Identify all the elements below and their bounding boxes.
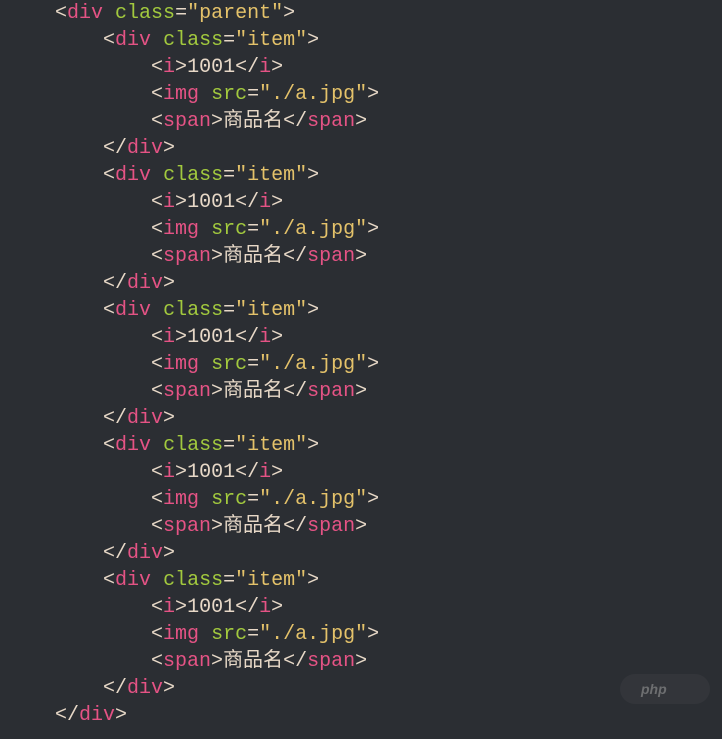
code-line: <div class="item">	[55, 432, 722, 459]
code-line: <div class="item">	[55, 567, 722, 594]
code-line: </div>	[55, 540, 722, 567]
code-line: <div class="parent">	[55, 0, 722, 27]
code-line: <img src="./a.jpg">	[55, 81, 722, 108]
code-line: <span>商品名</span>	[55, 648, 722, 675]
code-line: </div>	[55, 405, 722, 432]
code-line: </div>	[55, 135, 722, 162]
code-line: <i>1001</i>	[55, 324, 722, 351]
code-line: <div class="item">	[55, 27, 722, 54]
php-logo-icon: php	[620, 674, 710, 704]
code-line: <img src="./a.jpg">	[55, 351, 722, 378]
svg-text:php: php	[640, 681, 667, 697]
code-line: <i>1001</i>	[55, 189, 722, 216]
code-line: <span>商品名</span>	[55, 513, 722, 540]
code-line: <img src="./a.jpg">	[55, 216, 722, 243]
code-line: <div class="item">	[55, 162, 722, 189]
code-line: <img src="./a.jpg">	[55, 486, 722, 513]
code-editor[interactable]: <div class="parent"> <div class="item"> …	[0, 0, 722, 739]
code-line: <span>商品名</span>	[55, 243, 722, 270]
code-line: <i>1001</i>	[55, 459, 722, 486]
code-line: <span>商品名</span>	[55, 108, 722, 135]
code-line: <i>1001</i>	[55, 594, 722, 621]
code-line: <i>1001</i>	[55, 54, 722, 81]
code-line: <div class="item">	[55, 297, 722, 324]
code-line: </div>	[55, 270, 722, 297]
code-line: <span>商品名</span>	[55, 378, 722, 405]
code-line: <img src="./a.jpg">	[55, 621, 722, 648]
